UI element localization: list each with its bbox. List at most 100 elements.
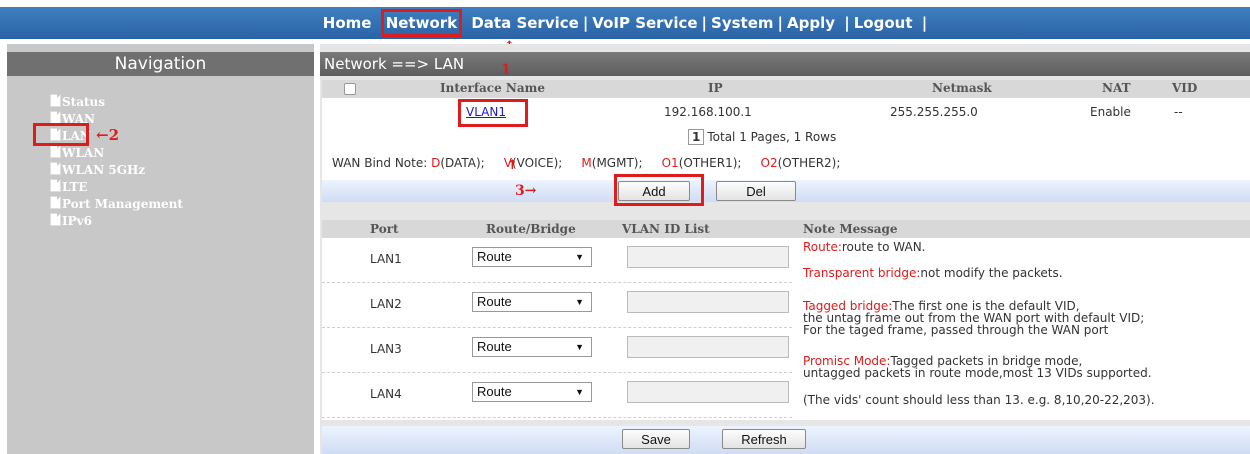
save-button-bar: Save Refresh <box>322 426 1250 454</box>
route-bridge-select[interactable]: Route ▼ <box>472 292 592 312</box>
wan-bind-desc: (OTHER1); <box>678 156 742 170</box>
vlan-id-input[interactable] <box>627 336 789 358</box>
nav-logout[interactable]: Logout <box>852 14 915 32</box>
note-message: Route:route to WAN. Transparent bridge:n… <box>803 241 1243 406</box>
nav-system[interactable]: System <box>709 14 775 32</box>
note-transparent: Transparent bridge:not modify the packet… <box>803 267 1243 279</box>
cell-ip: 192.168.100.1 <box>664 105 752 119</box>
wan-bind-code: O1 <box>661 156 679 170</box>
route-bridge-select[interactable]: Route ▼ <box>472 382 592 402</box>
sidebar-item-ipv6[interactable]: IPv6 <box>50 213 183 230</box>
sidebar: Navigation Status WAN LAN WLAN WLAN 5GHz… <box>7 44 314 454</box>
sidebar-item-label: WLAN <box>62 146 105 160</box>
port-label: LAN2 <box>370 297 402 311</box>
annotation-arrow-3: ↑ <box>507 158 518 173</box>
sidebar-item-label: WLAN 5GHz <box>62 163 146 177</box>
page-title-text: Network ==> LAN <box>324 55 465 73</box>
sidebar-item-label: Status <box>62 95 106 109</box>
sidebar-item-label: LTE <box>62 180 88 194</box>
sidebar-item-label: Port Management <box>62 197 183 211</box>
select-value: Route <box>477 384 512 399</box>
nav-separator: | <box>582 14 589 32</box>
chevron-down-icon: ▼ <box>575 387 584 397</box>
nav-network[interactable]: Network <box>380 9 463 37</box>
nav-separator: | <box>921 14 928 32</box>
document-icon <box>50 179 61 192</box>
chevron-down-icon: ▼ <box>575 252 584 262</box>
document-icon <box>50 162 61 175</box>
vlan-id-input[interactable] <box>627 246 789 268</box>
pager: 1 Total 1 Pages, 1 Rows <box>688 129 836 145</box>
nav-data-service[interactable]: Data Service <box>469 14 580 32</box>
annotation-arrow-2: ←2 <box>96 126 120 144</box>
pager-summary: Total 1 Pages, 1 Rows <box>707 130 837 144</box>
note-text: route to WAN. <box>841 240 926 254</box>
wan-bind-note: WAN Bind Note: D(DATA); V(VOICE); M(MGMT… <box>332 156 840 170</box>
lan-port-row: LAN4 Route ▼ <box>322 373 792 418</box>
cell-netmask: 255.255.255.0 <box>890 105 978 119</box>
sidebar-title: Navigation <box>7 52 314 76</box>
table-button-bar: Add Del <box>322 180 1250 202</box>
vlan-id-input[interactable] <box>627 291 789 313</box>
wan-bind-code: O2 <box>760 156 778 170</box>
column-header-vlan-id-list: VLAN ID List <box>622 222 710 236</box>
chevron-down-icon: ▼ <box>575 342 584 352</box>
lan-port-row: LAN2 Route ▼ <box>322 283 792 328</box>
annotation-number-3: 3→ <box>515 183 537 199</box>
note-promisc-line2: untagged packets in route mode,most 13 V… <box>803 366 1152 380</box>
wan-bind-desc: (MGMT); <box>591 156 643 170</box>
port-label: LAN4 <box>370 387 402 401</box>
refresh-button[interactable]: Refresh <box>722 429 806 449</box>
lan-port-row: LAN3 Route ▼ <box>322 328 792 373</box>
note-route: Route:route to WAN. <box>803 241 1243 253</box>
wan-bind-desc: (VOICE); <box>511 156 563 170</box>
select-value: Route <box>477 294 512 309</box>
document-icon <box>50 94 61 107</box>
note-tagged-line3: For the taged frame, passed through the … <box>803 323 1109 337</box>
table-header: Interface Name IP Netmask NAT VID <box>322 80 1250 98</box>
cell-vid: -- <box>1174 105 1183 119</box>
del-button[interactable]: Del <box>716 181 796 201</box>
sidebar-item-lte[interactable]: LTE <box>50 179 183 196</box>
sidebar-list: Status WAN LAN WLAN WLAN 5GHz LTE Port M… <box>50 94 183 230</box>
page-title: Network ==> LAN <box>320 52 1250 76</box>
nav-separator: | <box>844 14 850 32</box>
save-button[interactable]: Save <box>622 429 690 449</box>
sidebar-item-wlan[interactable]: WLAN <box>50 145 183 162</box>
sidebar-item-label: IPv6 <box>62 214 92 228</box>
wan-bind-code: M <box>581 156 592 170</box>
page-number-button[interactable]: 1 <box>688 129 705 145</box>
select-value: Route <box>477 249 512 264</box>
vlan-id-input[interactable] <box>627 381 789 403</box>
route-bridge-select[interactable]: Route ▼ <box>472 247 592 267</box>
sidebar-item-status[interactable]: Status <box>50 94 183 111</box>
wan-bind-desc: (OTHER2); <box>777 156 841 170</box>
column-header-netmask: Netmask <box>932 81 992 95</box>
document-icon <box>50 145 61 158</box>
top-nav-bar: Home Network Data Service | VoIP Service | S… <box>0 7 1250 39</box>
note-vids: (The vids' count should less than 13. e.… <box>803 393 1155 407</box>
document-icon <box>50 196 61 209</box>
column-header-route-bridge: Route/Bridge <box>486 222 576 236</box>
wan-bind-label: WAN Bind Note: <box>332 156 428 170</box>
route-bridge-select[interactable]: Route ▼ <box>472 337 592 357</box>
top-nav: Home Network Data Service | VoIP Service | S… <box>0 7 1250 39</box>
nav-apply[interactable]: Apply <box>785 14 837 32</box>
select-all-checkbox[interactable] <box>344 83 356 95</box>
note-text: not modify the packets. <box>920 266 1063 280</box>
wan-bind-code: D <box>431 156 441 170</box>
chevron-down-icon: ▼ <box>575 297 584 307</box>
note-label: Transparent bridge: <box>803 266 921 280</box>
column-header-interface: Interface Name <box>440 81 545 95</box>
annotation-number-1: 1 <box>501 62 511 78</box>
nav-home[interactable]: Home <box>321 14 374 32</box>
sidebar-item-port-management[interactable]: Port Management <box>50 196 183 213</box>
sidebar-item-wlan-5ghz[interactable]: WLAN 5GHz <box>50 162 183 179</box>
nav-separator: | <box>701 14 708 32</box>
nav-voip-service[interactable]: VoIP Service <box>590 14 699 32</box>
nav-separator: | <box>777 14 783 32</box>
lan-port-header: Port Route/Bridge VLAN ID List Note Mess… <box>322 220 1250 238</box>
lan-port-panel: Port Route/Bridge VLAN ID List Note Mess… <box>322 220 1250 420</box>
column-header-vid: VID <box>1172 81 1198 95</box>
port-label: LAN1 <box>370 252 402 266</box>
